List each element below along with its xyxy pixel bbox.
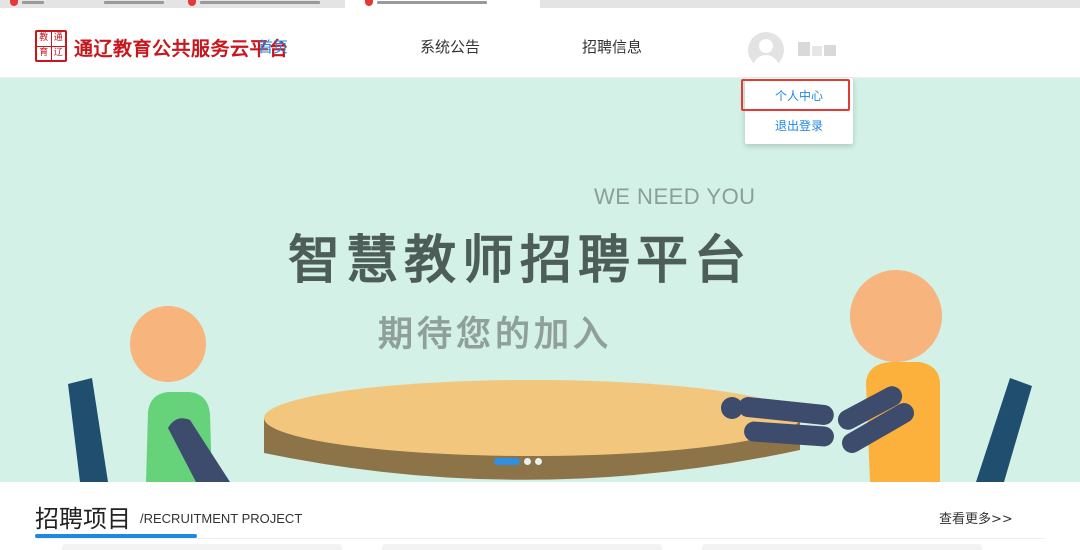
carousel-dot[interactable] bbox=[524, 458, 531, 465]
browser-tab[interactable] bbox=[100, 0, 180, 8]
menu-item-logout[interactable]: 退出登录 bbox=[745, 112, 853, 140]
site-logo-text[interactable]: 通辽教育公共服务云平台 bbox=[74, 34, 289, 61]
nav-home[interactable]: 首页 bbox=[258, 36, 288, 57]
highlight-box bbox=[741, 79, 850, 111]
left-chair-back bbox=[68, 378, 108, 482]
table-top bbox=[264, 380, 800, 456]
tab-title-blur bbox=[104, 1, 164, 4]
username-redacted[interactable] bbox=[798, 42, 836, 56]
avatar-shoulders-shape bbox=[753, 55, 779, 68]
right-person-hand bbox=[721, 397, 743, 419]
browser-tab[interactable] bbox=[188, 0, 338, 8]
user-avatar[interactable] bbox=[748, 32, 784, 68]
avatar-head-shape bbox=[759, 39, 773, 53]
logo-seal-char: 通 bbox=[51, 32, 65, 46]
logo-seal-char: 教 bbox=[37, 32, 51, 46]
nav-announcements[interactable]: 系统公告 bbox=[420, 36, 480, 57]
banner-subtitle: 期待您的加入 bbox=[378, 315, 613, 355]
banner-title: 智慧教师招聘平台 bbox=[288, 231, 753, 291]
section-title: 招聘项目 bbox=[35, 505, 131, 533]
tab-title-blur bbox=[377, 1, 487, 4]
tab-favicon-icon bbox=[188, 0, 196, 6]
tab-favicon-icon bbox=[10, 0, 18, 6]
right-person-head bbox=[850, 270, 942, 362]
browser-tab-strip bbox=[0, 0, 1080, 8]
section-title-underline bbox=[35, 534, 197, 538]
carousel-dot[interactable] bbox=[535, 458, 542, 465]
logo-seal-char: 育 bbox=[37, 46, 51, 60]
section-divider bbox=[35, 538, 1045, 539]
browser-tab-active[interactable] bbox=[345, 0, 540, 8]
logo-seal-icon[interactable]: 教 通 育 辽 bbox=[35, 30, 67, 62]
left-person-head bbox=[130, 306, 206, 382]
logo-seal-char: 辽 bbox=[51, 46, 65, 60]
section-subtitle: /RECRUITMENT PROJECT bbox=[140, 511, 303, 526]
carousel-dot-active[interactable] bbox=[494, 458, 520, 465]
browser-tab[interactable] bbox=[10, 0, 90, 8]
banner-tagline: WE NEED YOU bbox=[594, 184, 756, 209]
project-card[interactable] bbox=[702, 544, 982, 550]
project-card[interactable] bbox=[62, 544, 342, 550]
hero-banner[interactable]: WE NEED YOU 智慧教师招聘平台 期待您的加入 bbox=[0, 78, 1080, 482]
nav-recruitment-info[interactable]: 招聘信息 bbox=[582, 36, 642, 57]
view-more-link[interactable]: 查看更多>> bbox=[939, 508, 1013, 527]
project-card[interactable] bbox=[382, 544, 662, 550]
site-header: 教 通 育 辽 通辽教育公共服务云平台 首页 系统公告 招聘信息 bbox=[0, 8, 1080, 78]
tab-favicon-icon bbox=[365, 0, 373, 6]
right-chair-back bbox=[976, 378, 1032, 482]
tab-title-blur bbox=[22, 1, 44, 4]
tab-title-blur bbox=[200, 1, 320, 4]
